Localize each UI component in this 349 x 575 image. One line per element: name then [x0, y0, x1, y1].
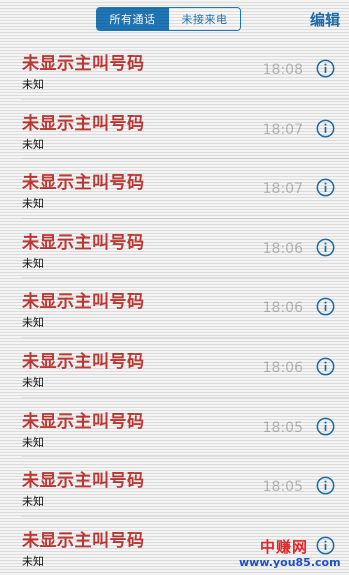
- caller-name: 未显示主叫号码: [22, 411, 145, 432]
- info-circle-icon[interactable]: [316, 357, 335, 376]
- navigation-bar: 所有通话 未接来电 编辑: [0, 0, 349, 44]
- info-circle-icon[interactable]: [316, 119, 335, 138]
- site-watermark: 中赚网 www.you85.com: [239, 538, 341, 569]
- call-time: 18:05: [262, 479, 303, 496]
- watermark-title: 中赚网: [259, 538, 308, 556]
- caller-name: 未显示主叫号码: [22, 54, 145, 74]
- watermark-url: www.you85.com: [239, 556, 341, 569]
- call-type-label: 未知: [22, 375, 44, 389]
- call-type-label: 未知: [22, 316, 44, 330]
- tab-all-calls[interactable]: 所有通话: [97, 8, 169, 30]
- call-type-label: 未知: [22, 78, 44, 91]
- call-type-label: 未知: [22, 137, 44, 151]
- edit-button[interactable]: 编辑: [310, 9, 340, 30]
- call-time: 18:06: [262, 359, 303, 376]
- recents-screen: 所有通话 未接来电 编辑 未显示主叫号码 未知 18:08 未显示主叫号码 未知…: [0, 0, 349, 575]
- call-row[interactable]: 未显示主叫号码 未知 18:08: [0, 40, 349, 100]
- call-row[interactable]: 未显示主叫号码 未知 18:07: [0, 159, 349, 219]
- recent-calls-list: 未显示主叫号码 未知 18:08 未显示主叫号码 未知 18:07 未显示主叫号…: [0, 40, 349, 575]
- info-circle-icon[interactable]: [316, 297, 335, 316]
- info-circle-icon[interactable]: [316, 417, 335, 436]
- call-row[interactable]: 未显示主叫号码 未知 18:05: [0, 457, 349, 517]
- call-type-label: 未知: [22, 435, 44, 449]
- info-circle-icon[interactable]: [316, 238, 335, 257]
- call-type-label: 未知: [22, 495, 44, 509]
- caller-name: 未显示主叫号码: [22, 173, 145, 194]
- call-type-label: 未知: [22, 197, 44, 211]
- caller-name: 未显示主叫号码: [22, 292, 145, 313]
- call-time: 18:07: [262, 121, 303, 138]
- caller-name: 未显示主叫号码: [22, 351, 145, 372]
- call-time: 18:06: [262, 240, 303, 257]
- call-row[interactable]: 未显示主叫号码 未知 18:06: [0, 278, 349, 338]
- call-time: 18:06: [262, 300, 303, 317]
- call-row[interactable]: 未显示主叫号码 未知 18:06: [0, 219, 349, 279]
- info-circle-icon[interactable]: [316, 59, 335, 78]
- call-time: 18:08: [262, 62, 303, 78]
- call-type-label: 未知: [22, 554, 44, 568]
- caller-name: 未显示主叫号码: [22, 113, 145, 134]
- call-row[interactable]: 未显示主叫号码 未知 18:07: [0, 100, 349, 160]
- caller-name: 未显示主叫号码: [22, 530, 145, 551]
- call-time: 18:07: [262, 181, 303, 198]
- call-filter-segmented-control: 所有通话 未接来电: [96, 7, 241, 31]
- info-circle-icon[interactable]: [316, 178, 335, 197]
- caller-name: 未显示主叫号码: [22, 471, 145, 492]
- caller-name: 未显示主叫号码: [22, 232, 145, 253]
- info-circle-icon[interactable]: [316, 476, 335, 495]
- tab-missed-calls[interactable]: 未接来电: [169, 8, 240, 30]
- call-row[interactable]: 未显示主叫号码 未知 18:06: [0, 338, 349, 398]
- call-row[interactable]: 未显示主叫号码 未知 18:05: [0, 398, 349, 458]
- call-time: 18:05: [262, 419, 303, 436]
- call-type-label: 未知: [22, 256, 44, 270]
